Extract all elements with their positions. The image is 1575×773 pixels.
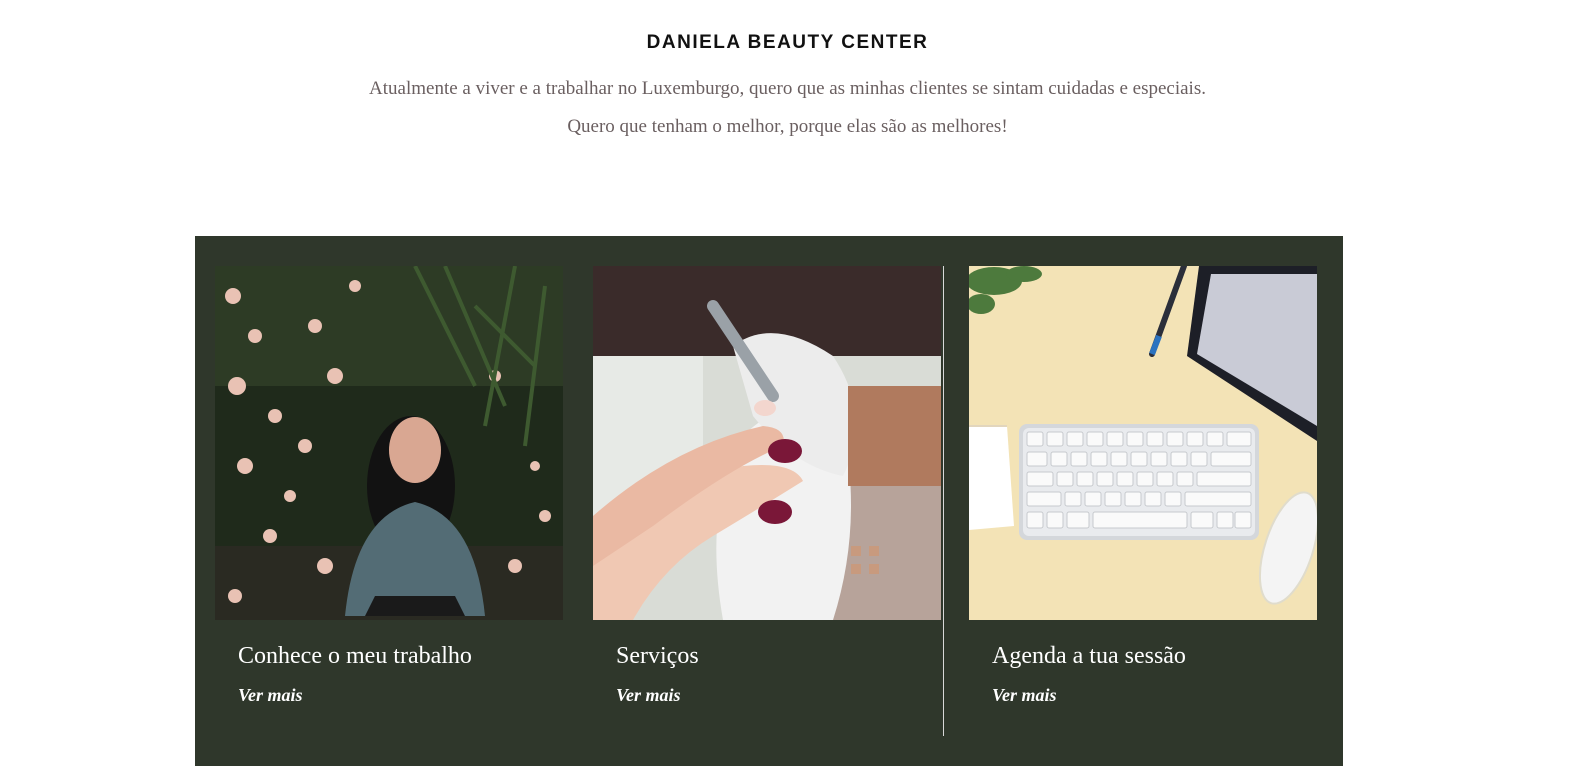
intro-line-2: Quero que tenham o melhor, porque elas s…: [567, 116, 1008, 137]
ver-mais-link[interactable]: Ver mais: [992, 685, 1057, 706]
card-booking: Agenda a tua sessão Ver mais: [969, 266, 1317, 736]
desk-keyboard-photo[interactable]: [969, 266, 1317, 620]
card-divider: [943, 266, 944, 736]
page-title: DANIELA BEAUTY CENTER: [646, 32, 929, 53]
card-services: Serviços Ver mais: [593, 266, 941, 736]
woman-among-flowers-photo[interactable]: [215, 266, 563, 620]
feature-panel: Conhece o meu trabalho Ver mais Serviços…: [195, 236, 1343, 766]
ver-mais-link[interactable]: Ver mais: [238, 685, 303, 706]
card-work: Conhece o meu trabalho Ver mais: [215, 266, 563, 736]
card-title: Conhece o meu trabalho: [238, 643, 472, 669]
card-title: Serviços: [616, 643, 699, 669]
ver-mais-link[interactable]: Ver mais: [616, 685, 681, 706]
card-title: Agenda a tua sessão: [992, 643, 1186, 669]
intro-text: Atualmente a viver e a trabalhar no Luxe…: [360, 70, 1215, 146]
intro-line-1: Atualmente a viver e a trabalhar no Luxe…: [369, 78, 1206, 99]
manicure-nails-photo[interactable]: [593, 266, 941, 620]
